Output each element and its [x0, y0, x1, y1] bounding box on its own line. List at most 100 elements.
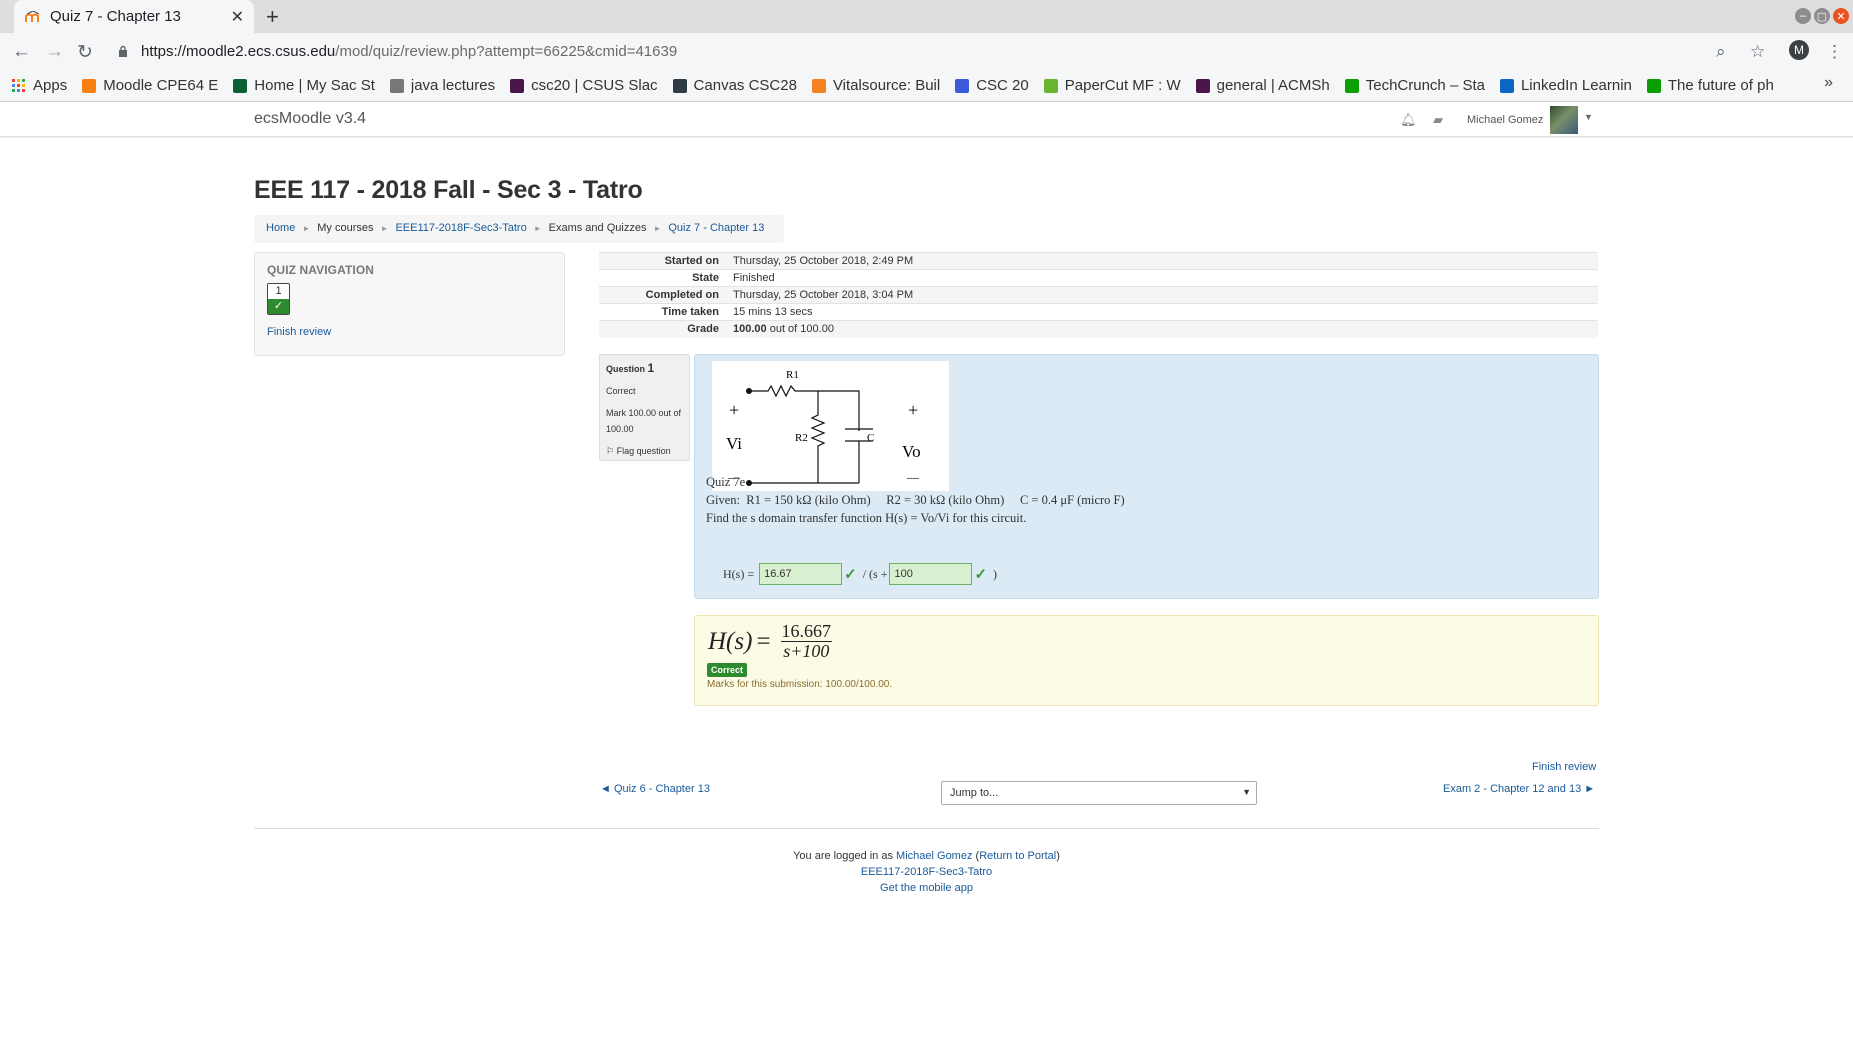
summary-label: State: [599, 269, 727, 287]
bookmark-item[interactable]: TechCrunch – Sta: [1344, 77, 1485, 94]
reload-icon[interactable]: ↻: [77, 41, 93, 64]
summary-label: Started on: [599, 252, 727, 270]
breadcrumb-separator-icon: ►: [533, 224, 542, 233]
flag-question-link[interactable]: ⚐ Flag question: [606, 443, 683, 459]
bookmark-item[interactable]: Canvas CSC28: [672, 77, 797, 94]
bookmark-favicon-icon: [233, 78, 248, 93]
circuit-minus-right: —: [906, 470, 920, 484]
input-terminal-bottom: [746, 480, 752, 486]
new-tab-icon[interactable]: +: [266, 4, 279, 30]
formula-fraction: 16.667 s+100: [780, 622, 833, 661]
circuit-label-r2: R2: [795, 432, 808, 444]
bookmark-favicon-icon: [1646, 78, 1661, 93]
menu-icon[interactable]: ⋮: [1826, 42, 1843, 62]
bookmark-item[interactable]: general | ACMSh: [1195, 77, 1330, 94]
minimize-icon[interactable]: –: [1795, 8, 1811, 24]
forward-icon[interactable]: →: [45, 41, 64, 63]
breadcrumb-my-courses: My courses: [317, 222, 374, 234]
messages-icon[interactable]: ▰: [1433, 112, 1443, 128]
course-link[interactable]: EEE117-2018F-Sec3-Tatro: [861, 866, 992, 878]
user-avatar[interactable]: [1550, 106, 1578, 134]
lock-icon: [119, 45, 127, 57]
bookmark-label: java lectures: [410, 77, 496, 94]
breadcrumb-separator-icon: ►: [302, 224, 311, 233]
user-name[interactable]: Michael Gomez: [1467, 114, 1543, 126]
moodle-favicon-icon: [24, 10, 42, 24]
site-brand[interactable]: ecsMoodle v3.4: [254, 110, 366, 128]
footer-divider: [254, 828, 1599, 829]
previous-activity-link[interactable]: ◄ Quiz 6 - Chapter 13: [600, 783, 710, 795]
zoom-icon[interactable]: ⌕: [1716, 42, 1726, 62]
close-window-icon[interactable]: ✕: [1833, 8, 1849, 24]
mobile-app-link[interactable]: Get the mobile app: [880, 882, 973, 894]
breadcrumb-course[interactable]: EEE117-2018F-Sec3-Tatro: [395, 222, 526, 234]
bookmark-item[interactable]: PaperCut MF : W: [1043, 77, 1181, 94]
profile-avatar[interactable]: M: [1789, 40, 1809, 60]
circuit-plus-left: +: [729, 400, 739, 420]
bookmark-item[interactable]: Vitalsource: Buil: [811, 77, 940, 94]
denominator-answer-input[interactable]: [889, 563, 973, 585]
given-r1: R1 = 150 kΩ (kilo Ohm): [746, 493, 871, 507]
bookmark-item[interactable]: Apps: [12, 77, 67, 94]
bookmark-item[interactable]: csc20 | CSUS Slac: [510, 77, 658, 94]
breadcrumb: Home ► My courses ► EEE117-2018F-Sec3-Tatro ►…: [254, 215, 784, 243]
back-icon[interactable]: ←: [12, 41, 31, 63]
user-profile-link[interactable]: Michael Gomez: [896, 850, 972, 862]
url-field[interactable]: https://moodle2.ecs.csus.edu/mod/quiz/re…: [141, 43, 677, 60]
numerator-answer-input[interactable]: [759, 563, 843, 585]
bookmark-item[interactable]: The future of ph: [1646, 77, 1774, 94]
bookmark-item[interactable]: java lectures: [389, 77, 496, 94]
breadcrumb-separator-icon: ►: [380, 224, 389, 233]
answer-row: H(s) = ✓ / (s + ✓ ): [723, 563, 997, 585]
return-portal-link[interactable]: Return to Portal: [979, 850, 1056, 862]
finish-review-link[interactable]: Finish review: [267, 326, 331, 338]
notifications-icon[interactable]: 🔔︎: [1400, 112, 1417, 128]
status-badge: Correct: [707, 663, 748, 677]
attempt-summary-table: Started on Thursday, 25 October 2018, 2:4…: [599, 252, 1598, 338]
jump-to-select[interactable]: Jump to... ▼: [941, 781, 1257, 805]
tab-title: Quiz 7 - Chapter 13: [50, 8, 181, 25]
breadcrumb-section: Exams and Quizzes: [548, 222, 647, 234]
bookmark-item[interactable]: Home | My Sac St: [233, 77, 375, 94]
question-name: Quiz 7e: [706, 475, 746, 489]
bookmark-favicon-icon: [1344, 78, 1359, 93]
bookmark-item[interactable]: CSC 20: [955, 77, 1029, 94]
question-number-value: 1: [647, 361, 655, 375]
question-nav-button[interactable]: 1 ✓: [267, 283, 290, 315]
grade-score: 100.00: [733, 323, 767, 336]
bookmark-label: csc20 | CSUS Slac: [531, 77, 658, 94]
feedback-panel: H(s) = 16.667 s+100 Correct Marks for thi…: [694, 615, 1599, 706]
question-label: Question: [606, 364, 646, 374]
hs-label: H(s) =: [723, 566, 755, 581]
bookmark-favicon-icon: [1043, 78, 1058, 93]
summary-value: 15 mins 13 secs: [727, 303, 1598, 321]
maximize-icon[interactable]: ▢: [1814, 8, 1830, 24]
bookmark-star-icon[interactable]: ☆: [1750, 42, 1765, 62]
next-activity-link[interactable]: Exam 2 - Chapter 12 and 13 ►: [1443, 783, 1595, 795]
answer-formula: H(s) = 16.667 s+100: [708, 621, 833, 661]
question-content: R1 R2 C Vi Vo + + — — Quiz 7e Given: R1 …: [694, 354, 1599, 599]
bookmark-label: Home | My Sac St: [254, 77, 375, 94]
given-c: C = 0.4 μF (micro F): [1019, 493, 1125, 507]
summary-value: Finished: [727, 269, 1598, 287]
finish-review-link[interactable]: Finish review: [1532, 761, 1596, 773]
breadcrumb-quiz[interactable]: Quiz 7 - Chapter 13: [668, 222, 764, 234]
page-title: EEE 117 - 2018 Fall - Sec 3 - Tatro: [254, 176, 643, 204]
bookmarks-more-icon[interactable]: »: [1824, 74, 1833, 92]
table-row: Completed on Thursday, 25 October 2018, 3…: [599, 286, 1598, 304]
close-tab-icon[interactable]: ✕: [231, 7, 244, 27]
circuit-diagram: R1 R2 C Vi Vo + + — —: [712, 361, 949, 491]
bookmark-label: The future of ph: [1667, 77, 1774, 94]
apps-grid-icon: [12, 78, 26, 93]
breadcrumb-home[interactable]: Home: [266, 222, 295, 234]
user-menu-caret-icon[interactable]: ▼: [1584, 112, 1593, 122]
question-status: Correct: [606, 386, 636, 396]
summary-label: Grade: [599, 320, 727, 338]
question-nav-number: 1: [275, 285, 282, 297]
question-prompt: Find the s domain transfer function H(s)…: [706, 511, 1027, 525]
bookmark-item[interactable]: LinkedIn Learnin: [1499, 77, 1632, 94]
bookmark-item[interactable]: Moodle CPE64 E: [82, 77, 218, 94]
browser-tab[interactable]: Quiz 7 - Chapter 13 ✕: [14, 0, 254, 33]
bookmark-favicon-icon: [1195, 78, 1210, 93]
login-info: You are logged in as Michael Gomez (Retu…: [793, 850, 1060, 862]
